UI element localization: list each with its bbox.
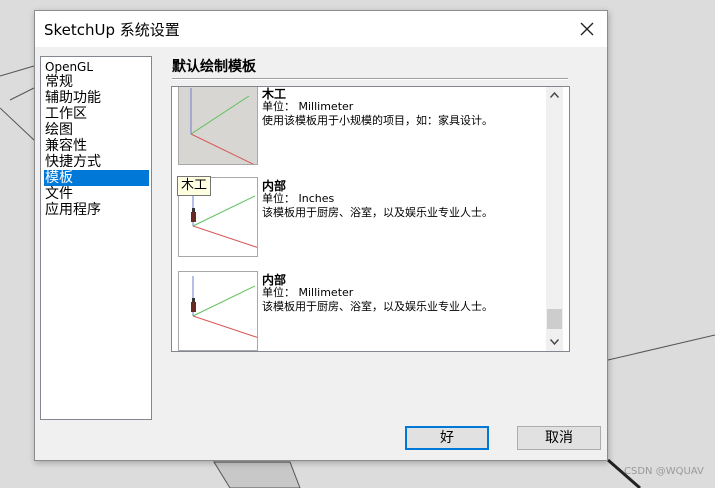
sidebar-item-files[interactable]: 文件 <box>44 186 149 202</box>
watermark: CSDN @WQUAV <box>624 466 704 477</box>
close-button[interactable] <box>567 11 607 47</box>
template-tooltip: 木工 <box>177 176 212 196</box>
template-item[interactable]: 内部 单位： Millimeter 该模板用于厨房、浴室，以及娱乐业专业人士。 <box>178 271 548 351</box>
scroll-down-button[interactable] <box>546 334 563 351</box>
template-item[interactable]: 内部 单位： Inches 该模板用于厨房、浴室，以及娱乐业专业人士。 <box>178 177 548 259</box>
category-list: OpenGL 常规 辅助功能 工作区 绘图 兼容性 快捷方式 模板 文件 应用程… <box>40 56 152 420</box>
template-thumbnail <box>178 87 258 165</box>
sidebar-item-general[interactable]: 常规 <box>44 74 149 90</box>
close-icon <box>580 22 594 36</box>
sidebar-item-opengl[interactable]: OpenGL <box>44 59 149 75</box>
section-title: 默认绘制模板 <box>172 59 256 75</box>
scroll-up-button[interactable] <box>546 87 563 104</box>
template-description: 该模板用于厨房、浴室，以及娱乐业专业人士。 <box>262 300 493 313</box>
template-thumbnail <box>178 271 258 351</box>
chevron-up-icon <box>550 92 559 98</box>
sidebar-item-applications[interactable]: 应用程序 <box>44 202 149 218</box>
template-item[interactable]: 木工 单位： Millimeter 使用该模板用于小规模的项目，如：家具设计。 <box>178 87 548 167</box>
template-scrollbar[interactable] <box>546 87 563 351</box>
title-bar: SketchUp 系统设置 <box>35 11 607 47</box>
scroll-thumb[interactable] <box>547 309 562 329</box>
sidebar-item-shortcuts[interactable]: 快捷方式 <box>44 154 149 170</box>
preferences-dialog: SketchUp 系统设置 OpenGL 常规 辅助功能 工作区 绘图 兼容性 … <box>34 10 608 461</box>
template-description: 该模板用于厨房、浴室，以及娱乐业专业人士。 <box>262 206 493 219</box>
window-title: SketchUp 系统设置 <box>44 21 180 39</box>
template-list: 木工 单位： Millimeter 使用该模板用于小规模的项目，如：家具设计。 … <box>171 86 570 352</box>
sidebar-item-accessibility[interactable]: 辅助功能 <box>44 90 149 106</box>
sidebar-item-workspace[interactable]: 工作区 <box>44 106 149 122</box>
sidebar-item-compatibility[interactable]: 兼容性 <box>44 138 149 154</box>
cancel-button[interactable]: 取消 <box>517 426 601 450</box>
sidebar-item-template[interactable]: 模板 <box>44 170 149 186</box>
ok-button[interactable]: 好 <box>405 426 489 450</box>
chevron-down-icon <box>550 339 559 345</box>
template-description: 使用该模板用于小规模的项目，如：家具设计。 <box>262 114 493 127</box>
section-divider <box>172 78 568 80</box>
sidebar-item-drawing[interactable]: 绘图 <box>44 122 149 138</box>
